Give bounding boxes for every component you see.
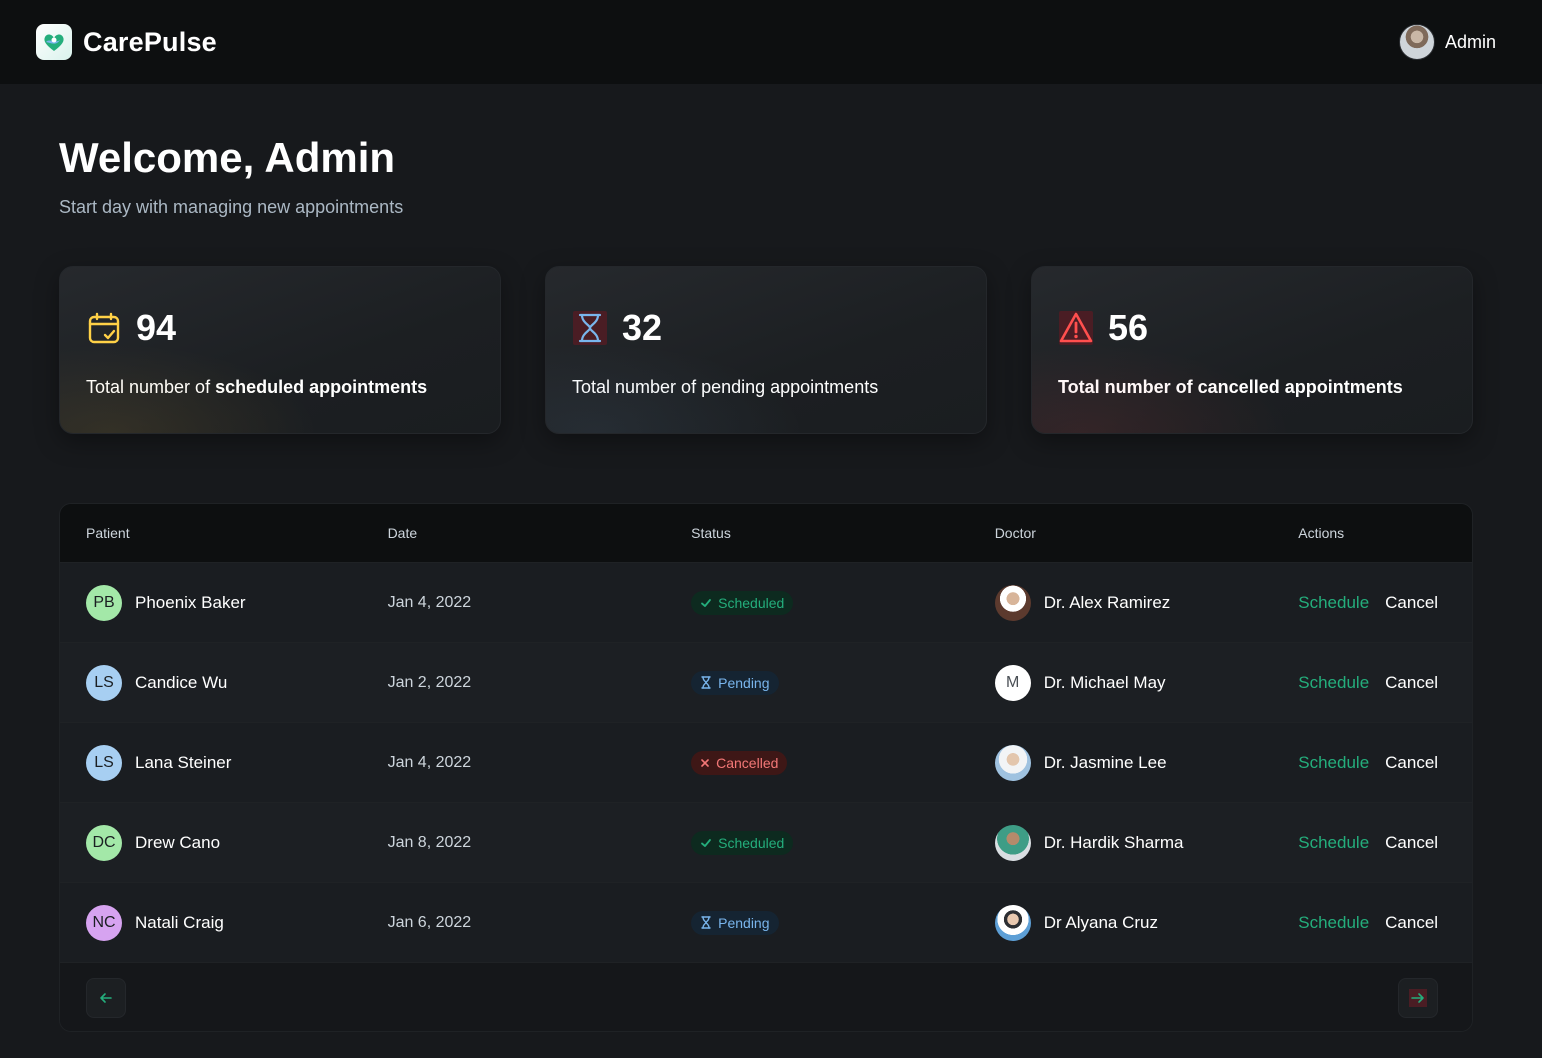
table-row: LS Lana Steiner Jan 4, 2022 Cancelled Dr… — [60, 722, 1472, 802]
cancel-button[interactable]: Cancel — [1385, 593, 1438, 613]
patient-name: Lana Steiner — [135, 752, 232, 772]
patient-avatar: LS — [86, 664, 122, 701]
brand[interactable]: CarePulse — [36, 24, 217, 60]
patient-avatar: LS — [86, 744, 122, 781]
hourglass-icon — [701, 676, 711, 689]
stat-label-pending: Total number of pending appointments — [572, 377, 879, 397]
status-badge: Pending — [691, 910, 779, 935]
doctor-name: Dr. Hardik Sharma — [1043, 832, 1184, 852]
cancel-button[interactable]: Cancel — [1385, 833, 1438, 853]
pagination — [60, 962, 1472, 1031]
status-label: Cancelled — [716, 754, 779, 771]
page-subtitle: Start day with managing new appointments — [59, 197, 404, 217]
next-page-button[interactable] — [1398, 978, 1438, 1018]
doctor-name: Dr Alyana Cruz — [1043, 912, 1159, 932]
admin-profile[interactable]: Admin — [1398, 24, 1496, 60]
arrow-left-icon — [100, 993, 112, 1003]
status-label: Scheduled — [718, 834, 785, 851]
table-row: LS Candice Wu Jan 2, 2022 Pending M Dr. … — [60, 642, 1472, 722]
patient-name: Candice Wu — [135, 672, 228, 692]
col-header-date: Date — [387, 525, 418, 541]
status-badge: Cancelled — [691, 750, 788, 775]
schedule-button[interactable]: Schedule — [1298, 593, 1369, 613]
table-row: NC Natali Craig Jan 6, 2022 Pending Dr A… — [60, 882, 1472, 962]
x-icon — [701, 758, 709, 767]
cancel-button[interactable]: Cancel — [1385, 673, 1438, 693]
appointment-date: Jan 2, 2022 — [387, 673, 472, 691]
appointments-table: Patient Date Status Doctor Actions PB Ph… — [59, 503, 1473, 1032]
appointment-date: Jan 4, 2022 — [387, 593, 472, 611]
cancel-button[interactable]: Cancel — [1385, 913, 1438, 933]
check-icon — [701, 598, 712, 607]
admin-label: Admin — [1444, 31, 1496, 52]
table-row: PB Phoenix Baker Jan 4, 2022 Scheduled D… — [60, 562, 1472, 642]
col-header-status: Status — [691, 525, 731, 541]
schedule-button[interactable]: Schedule — [1298, 913, 1369, 933]
alert-triangle-icon — [1058, 310, 1094, 346]
stat-label-scheduled: Total number of scheduled appointments — [86, 377, 428, 397]
appointment-date: Jan 8, 2022 — [387, 833, 472, 851]
appointment-date: Jan 4, 2022 — [387, 753, 472, 771]
admin-avatar — [1398, 24, 1435, 60]
patient-avatar: PB — [86, 584, 122, 621]
table-row: DC Drew Cano Jan 8, 2022 Scheduled Dr. H… — [60, 802, 1472, 882]
col-header-actions: Actions — [1298, 525, 1345, 541]
status-badge: Pending — [691, 670, 779, 695]
col-header-patient: Patient — [86, 525, 130, 541]
doctor-name: Dr. Jasmine Lee — [1043, 752, 1167, 772]
patient-avatar: NC — [86, 904, 122, 941]
top-bar: CarePulse Admin — [0, 0, 1542, 84]
table-header: Patient Date Status Doctor Actions — [60, 504, 1472, 562]
stat-count-pending: 32 — [622, 307, 663, 348]
patient-name: Drew Cano — [135, 832, 221, 852]
hourglass-icon — [701, 916, 711, 929]
schedule-button[interactable]: Schedule — [1298, 833, 1369, 853]
status-badge: Scheduled — [691, 830, 794, 855]
status-label: Pending — [718, 674, 770, 691]
page-title: Welcome, Admin — [59, 134, 396, 181]
status-label: Pending — [718, 914, 770, 931]
stat-card-cancelled: 56 Total number of cancelled appointment… — [1031, 266, 1473, 434]
doctor-avatar — [994, 744, 1031, 781]
stat-card-pending: 32 Total number of pending appointments — [545, 266, 987, 434]
stat-label-cancelled: Total number of cancelled appointments — [1058, 377, 1403, 397]
stat-count-scheduled: 94 — [136, 307, 177, 348]
schedule-button[interactable]: Schedule — [1298, 673, 1369, 693]
doctor-avatar: M — [994, 664, 1031, 701]
patient-avatar: DC — [86, 824, 122, 861]
doctor-avatar — [994, 904, 1031, 941]
hourglass-icon — [572, 310, 608, 346]
patient-name: Natali Craig — [135, 912, 224, 932]
appointment-date: Jan 6, 2022 — [387, 913, 472, 931]
doctor-avatar — [994, 824, 1031, 861]
stat-card-scheduled: 94 Total number of scheduled appointment… — [59, 266, 501, 434]
prev-page-button[interactable] — [86, 978, 126, 1018]
arrow-right-icon — [1409, 989, 1427, 1007]
carepulse-logo-icon — [36, 24, 72, 60]
doctor-avatar — [994, 584, 1031, 621]
calendar-check-icon — [86, 310, 122, 346]
doctor-name: Dr. Alex Ramirez — [1043, 592, 1171, 612]
check-icon — [701, 838, 712, 847]
col-header-doctor: Doctor — [994, 525, 1036, 541]
patient-name: Phoenix Baker — [135, 592, 246, 612]
status-badge: Scheduled — [691, 590, 794, 615]
status-label: Scheduled — [718, 594, 785, 611]
stat-count-cancelled: 56 — [1108, 307, 1149, 348]
brand-name: CarePulse — [83, 26, 217, 57]
schedule-button[interactable]: Schedule — [1298, 753, 1369, 773]
doctor-name: Dr. Michael May — [1043, 672, 1166, 692]
cancel-button[interactable]: Cancel — [1385, 753, 1438, 773]
